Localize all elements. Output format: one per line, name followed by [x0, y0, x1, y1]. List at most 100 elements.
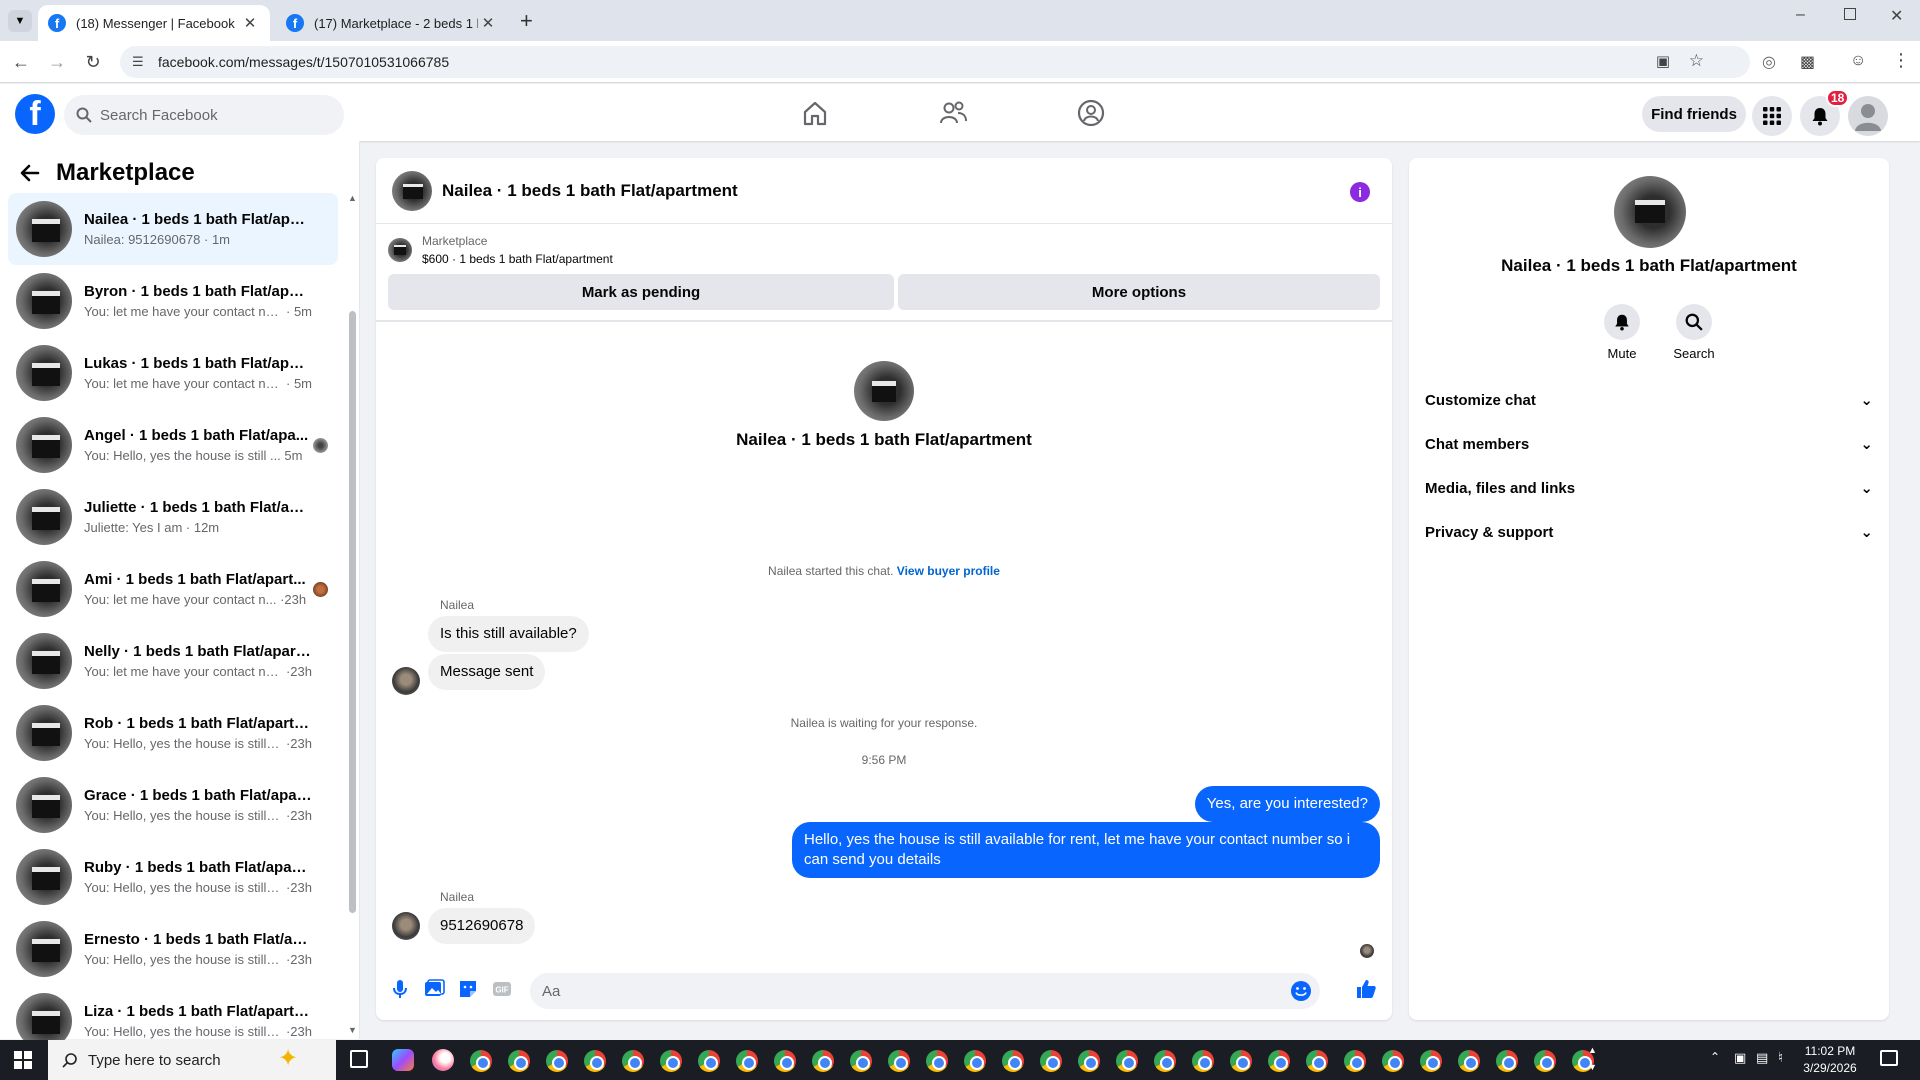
system-clock[interactable]: 11:02 PM 3/29/2026	[1796, 1043, 1864, 1077]
chrome-icon[interactable]	[774, 1050, 796, 1072]
conversation-item[interactable]: Grace · 1 beds 1 bath Flat/apart... You:…	[8, 769, 338, 841]
search-input[interactable]: Search Facebook	[64, 95, 344, 135]
network-icon[interactable]: ▤	[1756, 1050, 1768, 1066]
chrome-icon[interactable]	[1458, 1050, 1480, 1072]
tab-marketplace[interactable]: f (17) Marketplace - 2 beds 1 bat ✕	[276, 5, 508, 41]
mute-button[interactable]: Mute	[1592, 304, 1652, 361]
conversation-item[interactable]: Juliette · 1 beds 1 bath Flat/apart... J…	[8, 481, 338, 553]
chat-title[interactable]: Nailea · 1 beds 1 bath Flat/apartment	[442, 181, 738, 201]
more-options-button[interactable]: More options	[898, 274, 1380, 310]
minimize-window-button[interactable]: –	[1796, 6, 1805, 24]
incoming-message[interactable]: Message sent	[428, 654, 546, 690]
sender-avatar[interactable]	[392, 912, 420, 940]
taskbar-overflow-icon[interactable]: ▲ ▼	[1588, 1042, 1597, 1076]
tab-messenger[interactable]: f (18) Messenger | Facebook ✕	[38, 5, 270, 41]
conversation-item[interactable]: Lukas · 1 beds 1 bath Flat/apart... You:…	[8, 337, 338, 409]
chrome-icon[interactable]	[1154, 1050, 1176, 1072]
chrome-icon[interactable]	[812, 1050, 834, 1072]
view-buyer-profile-link[interactable]: View buyer profile	[897, 564, 1000, 578]
notification-center-icon[interactable]	[1880, 1050, 1898, 1066]
conversation-item[interactable]: Nailea · 1 beds 1 bath Flat/apart... Nai…	[8, 193, 338, 265]
account-avatar[interactable]	[1848, 96, 1888, 136]
profile-icon[interactable]: ☺	[1850, 52, 1866, 70]
conversation-item[interactable]: Ruby · 1 beds 1 bath Flat/apartm... You:…	[8, 841, 338, 913]
home-icon[interactable]	[800, 98, 830, 128]
microphone-icon[interactable]	[388, 977, 412, 1001]
back-button[interactable]: ←	[8, 49, 34, 75]
search-in-chat-button[interactable]: Search	[1664, 304, 1724, 361]
chrome-icon[interactable]	[1344, 1050, 1366, 1072]
sender-avatar[interactable]	[392, 667, 420, 695]
chrome-icon[interactable]	[1230, 1050, 1252, 1072]
listing-summary[interactable]: Marketplace $600 · 1 beds 1 bath Flat/ap…	[388, 232, 613, 268]
scroll-down-arrow[interactable]: ▼	[348, 1025, 357, 1035]
chrome-icon[interactable]	[1382, 1050, 1404, 1072]
chrome-icon[interactable]	[1534, 1050, 1556, 1072]
chat-avatar[interactable]	[392, 170, 432, 211]
sticker-icon[interactable]	[456, 977, 480, 1001]
emoji-icon[interactable]	[1290, 980, 1312, 1002]
copilot-icon[interactable]	[392, 1049, 414, 1071]
tab-search-icon[interactable]: ▼	[8, 10, 32, 32]
chrome-icon[interactable]	[1078, 1050, 1100, 1072]
chrome-icon[interactable]	[1268, 1050, 1290, 1072]
reload-button[interactable]: ↻	[80, 49, 106, 75]
conversation-item[interactable]: Ami · 1 beds 1 bath Flat/apart... You: l…	[8, 553, 338, 625]
site-info-icon[interactable]: ☰	[132, 54, 144, 70]
meet-now-icon[interactable]: ▣	[1734, 1050, 1746, 1066]
system-tray-chevron-icon[interactable]: ⌃	[1710, 1050, 1720, 1064]
mark-as-pending-button[interactable]: Mark as pending	[388, 274, 894, 310]
message-input[interactable]: Aa	[530, 973, 1320, 1009]
chrome-icon[interactable]	[1002, 1050, 1024, 1072]
paint-app-icon[interactable]	[432, 1049, 454, 1071]
chrome-icon[interactable]	[964, 1050, 986, 1072]
chrome-icon[interactable]	[698, 1050, 720, 1072]
install-app-icon[interactable]: ▣	[1656, 52, 1670, 70]
privacy-support-section[interactable]: Privacy & support ⌄	[1425, 514, 1873, 550]
friends-icon[interactable]	[938, 98, 968, 128]
conversation-item[interactable]: Byron · 1 beds 1 bath Flat/apart... You:…	[8, 265, 338, 337]
back-arrow-icon[interactable]	[18, 161, 42, 185]
details-avatar[interactable]	[1614, 176, 1686, 248]
new-tab-button[interactable]: +	[520, 8, 533, 34]
conversation-item[interactable]: Nelly · 1 beds 1 bath Flat/apartm... You…	[8, 625, 338, 697]
forward-button[interactable]: →	[44, 49, 70, 75]
chrome-icon[interactable]	[1040, 1050, 1062, 1072]
chrome-icon[interactable]	[888, 1050, 910, 1072]
chrome-icon[interactable]	[584, 1050, 606, 1072]
media-files-links-section[interactable]: Media, files and links ⌄	[1425, 470, 1873, 506]
chat-profile-avatar[interactable]	[854, 361, 914, 421]
chrome-icon[interactable]	[660, 1050, 682, 1072]
extensions-icon[interactable]: ▩	[1800, 52, 1815, 72]
customize-chat-section[interactable]: Customize chat ⌄	[1425, 382, 1873, 418]
facebook-logo[interactable]: f	[15, 94, 55, 134]
scroll-up-arrow[interactable]: ▲	[348, 193, 357, 203]
groups-icon[interactable]	[1076, 98, 1106, 128]
volume-icon[interactable]: ♮	[1778, 1049, 1783, 1066]
chrome-icon[interactable]	[1420, 1050, 1442, 1072]
conversation-item[interactable]: Angel · 1 beds 1 bath Flat/apa... You: H…	[8, 409, 338, 481]
url-field[interactable]: ☰ facebook.com/messages/t/15070105310667…	[120, 46, 1750, 78]
incoming-message[interactable]: Is this still available?	[428, 616, 589, 652]
chrome-icon[interactable]	[470, 1050, 492, 1072]
incoming-message[interactable]: 9512690678	[428, 908, 536, 944]
chrome-icon[interactable]	[926, 1050, 948, 1072]
photo-icon[interactable]	[422, 977, 446, 1001]
close-window-button[interactable]: ✕	[1890, 6, 1903, 26]
conversation-item[interactable]: Ernesto · 1 beds 1 bath Flat/apar... You…	[8, 913, 338, 985]
outgoing-message[interactable]: Hello, yes the house is still available …	[792, 822, 1380, 878]
chrome-icon[interactable]	[1116, 1050, 1138, 1072]
menu-grid-button[interactable]	[1752, 96, 1792, 136]
outgoing-message[interactable]: Yes, are you interested?	[1194, 786, 1380, 822]
chat-members-section[interactable]: Chat members ⌄	[1425, 426, 1873, 462]
chrome-icon[interactable]	[546, 1050, 568, 1072]
conversation-list-scrollbar[interactable]	[349, 311, 356, 913]
chrome-icon[interactable]	[736, 1050, 758, 1072]
task-view-icon[interactable]	[350, 1050, 368, 1068]
translate-icon[interactable]: ◎	[1762, 52, 1776, 72]
chrome-icon[interactable]	[1306, 1050, 1328, 1072]
info-icon[interactable]: i	[1350, 182, 1370, 202]
chrome-icon[interactable]	[850, 1050, 872, 1072]
chrome-icon[interactable]	[1192, 1050, 1214, 1072]
browser-menu-icon[interactable]: ⋮	[1892, 50, 1910, 71]
